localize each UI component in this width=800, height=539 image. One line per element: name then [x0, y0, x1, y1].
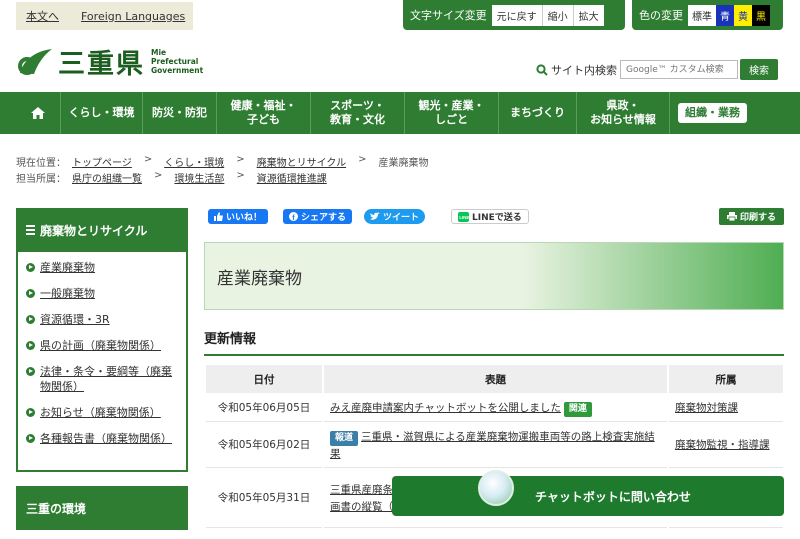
- page-title: 産業廃棄物: [204, 242, 784, 310]
- font-size-label: 文字サイズ変更: [410, 9, 487, 22]
- tweet-button[interactable]: ツイート: [364, 209, 426, 224]
- utility-bar: 本文へ Foreign Languages 文字サイズ変更 元に戻す 縮小 拡大…: [0, 0, 800, 34]
- breadcrumb: 現在位置： トップページ > くらし・環境 > 廃棄物とリサイクル > 産業廃棄物: [16, 154, 429, 169]
- sidebar-heading-mie-environment[interactable]: 三重の環境: [16, 486, 188, 530]
- arrow-circle-icon: [26, 434, 35, 443]
- search-input[interactable]: [620, 60, 738, 79]
- column-header-date: 日付: [206, 365, 322, 393]
- press-badge: 報道: [330, 430, 359, 446]
- skip-to-content-link[interactable]: 本文へ: [26, 8, 59, 24]
- sidebar-item-laws[interactable]: 法律・条令・要綱等（廃棄物関係）: [26, 364, 180, 394]
- arrow-circle-icon: [26, 341, 35, 350]
- font-size-decrease-button[interactable]: 縮小: [542, 4, 574, 26]
- arrow-circle-icon: [26, 289, 35, 298]
- sidebar-item-general-waste[interactable]: 一般廃棄物: [26, 286, 180, 301]
- column-header-department: 所属: [669, 365, 783, 393]
- nav-health-welfare[interactable]: 健康・福祉・ 子ども: [216, 92, 310, 134]
- chatbot-avatar-icon: [478, 470, 514, 506]
- nav-organization-button[interactable]: 組織・業務: [678, 103, 747, 123]
- department-resource[interactable]: 資源循環推進課: [257, 170, 327, 185]
- site-logo[interactable]: 三重県 Mie Prefectural Government: [16, 42, 203, 81]
- mie-logo-mark-icon: [18, 48, 52, 75]
- nav-tourism-industry[interactable]: 観光・産業・ しごと: [404, 92, 498, 134]
- row-date: 令和05年06月02日: [206, 424, 322, 468]
- arrow-circle-icon: [26, 367, 35, 376]
- breadcrumb-label: 現在位置：: [16, 158, 66, 169]
- font-size-increase-button[interactable]: 拡大: [573, 4, 604, 26]
- search-label: サイト内検索: [551, 63, 617, 77]
- site-search: サイト内検索 検索: [536, 59, 778, 80]
- home-icon: [31, 107, 45, 119]
- sidebar-item-industrial-waste[interactable]: 産業廃棄物: [26, 260, 180, 275]
- row-department-link[interactable]: 廃棄物監視・指導課: [675, 439, 770, 451]
- nav-town-planning[interactable]: まちづくり: [498, 92, 576, 134]
- twitter-bird-icon: [370, 212, 380, 220]
- row-title-link[interactable]: 三重県・滋賀県による産業廃棄物運搬車両等の路上検査実施結果: [330, 431, 655, 460]
- row-date: 令和05年06月05日: [206, 395, 322, 422]
- section-title-updates: 更新情報: [204, 328, 784, 356]
- foreign-languages-link[interactable]: Foreign Languages: [81, 10, 185, 23]
- sidebar-item-3r[interactable]: 資源循環・3R: [26, 312, 180, 327]
- sidebar-item-reports[interactable]: 各種報告書（廃棄物関係）: [26, 431, 180, 446]
- svg-text:LINE: LINE: [459, 215, 469, 220]
- sidebar-list: 産業廃棄物 一般廃棄物 資源循環・3R 県の計画（廃棄物関係） 法律・条令・要綱…: [16, 252, 188, 472]
- row-department-link[interactable]: 廃棄物対策課: [675, 402, 738, 414]
- breadcrumb-top[interactable]: トップページ: [72, 154, 132, 169]
- global-nav: くらし・環境 防災・防犯 健康・福祉・ 子ども スポーツ・ 教育・文化 観光・産…: [0, 92, 800, 134]
- department-breadcrumb: 担当所属： 県庁の組織一覧 > 環境生活部 > 資源循環推進課: [16, 170, 327, 185]
- sidebar-item-notices[interactable]: お知らせ（廃棄物関係）: [26, 405, 180, 420]
- facebook-like-button[interactable]: いいね！: [208, 209, 269, 224]
- font-size-control: 文字サイズ変更 元に戻す 縮小 拡大: [403, 0, 625, 30]
- nav-sports-education[interactable]: スポーツ・ 教育・文化: [310, 92, 404, 134]
- facebook-share-button[interactable]: f シェアする: [283, 209, 353, 224]
- arrow-circle-icon: [26, 315, 35, 324]
- related-badge: 関連: [563, 401, 592, 417]
- logo-english: Mie Prefectural Government: [151, 48, 204, 75]
- font-size-reset-button[interactable]: 元に戻す: [491, 4, 543, 26]
- search-icon: [536, 63, 548, 76]
- nav-prefectural-info[interactable]: 県政・ お知らせ情報: [576, 92, 670, 134]
- row-title-link[interactable]: みえ産廃申請案内チャットボットを公開しました: [330, 402, 561, 414]
- chatbot-label: チャットボットに問い合わせ: [535, 490, 691, 504]
- column-header-title: 表題: [324, 365, 667, 393]
- sidebar-item-plans[interactable]: 県の計画（廃棄物関係）: [26, 338, 180, 353]
- color-yellow-button[interactable]: 黄: [734, 4, 752, 26]
- facebook-icon: f: [289, 212, 298, 221]
- table-row: 令和05年06月02日 報道 三重県・滋賀県による産業廃棄物運搬車両等の路上検査実…: [206, 424, 783, 468]
- nav-living-environment[interactable]: くらし・環境: [60, 92, 142, 134]
- menu-icon: [26, 225, 35, 235]
- color-standard-button[interactable]: 標準: [688, 4, 716, 26]
- printer-icon: [726, 212, 737, 221]
- arrow-circle-icon: [26, 408, 35, 417]
- breadcrumb-waste[interactable]: 廃棄物とリサイクル: [257, 154, 347, 169]
- color-blue-button[interactable]: 青: [716, 4, 734, 26]
- breadcrumb-living[interactable]: くらし・環境: [164, 154, 224, 169]
- chatbot-button[interactable]: チャットボットに問い合わせ: [392, 470, 784, 516]
- nav-home[interactable]: [16, 92, 60, 134]
- sidebar-heading[interactable]: 廃棄物とリサイクル: [16, 208, 188, 252]
- nav-disaster-prevention[interactable]: 防災・防犯: [142, 92, 216, 134]
- arrow-circle-icon: [26, 263, 35, 272]
- line-share-button[interactable]: LINE LINEで送る: [451, 209, 529, 224]
- department-org-list[interactable]: 県庁の組織一覧: [72, 170, 142, 185]
- language-links: 本文へ Foreign Languages: [16, 2, 193, 30]
- department-env-life[interactable]: 環境生活部: [174, 170, 224, 185]
- table-row: 令和05年06月05日 みえ産廃申請案内チャットボットを公開しました 関連 廃棄物…: [206, 395, 783, 422]
- row-date: 令和05年05月31日: [206, 470, 322, 528]
- color-change-control: 色の変更 標準 青 黄 黒: [632, 0, 783, 30]
- line-icon: LINE: [458, 211, 469, 222]
- department-label: 担当所属：: [16, 174, 66, 185]
- color-black-button[interactable]: 黒: [752, 4, 770, 26]
- breadcrumb-current: 産業廃棄物: [378, 158, 429, 169]
- print-button[interactable]: 印刷する: [719, 208, 784, 225]
- logo-text: 三重県: [58, 49, 145, 80]
- search-button[interactable]: 検索: [740, 59, 778, 80]
- thumbs-up-icon: [214, 212, 223, 221]
- color-change-label: 色の変更: [639, 9, 683, 22]
